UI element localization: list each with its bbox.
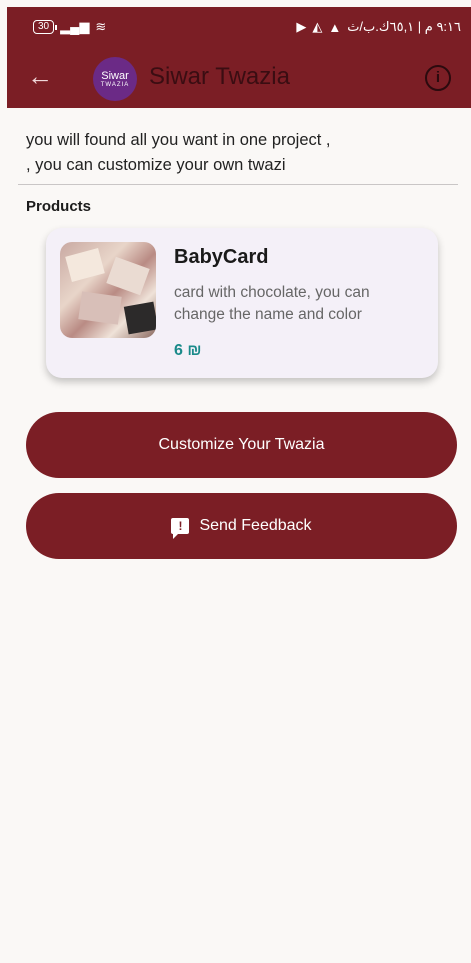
app-bar: 30 ▂▄▆ ≋ ▶ ◭ ▲ ٩:١٦ م | ٦٥,١ك.ب/ث ← Siwa… <box>7 7 471 108</box>
toolbar: ← Siwar TWAZIA Siwar Twazia i <box>7 51 471 107</box>
divider <box>18 184 458 185</box>
signal-icon: ▂▄▆ <box>60 19 90 34</box>
wifi-icon: ≋ <box>95 19 107 34</box>
products-heading: Products <box>26 198 92 215</box>
logo-subtext: TWAZIA <box>100 82 130 88</box>
feedback-icon: ! <box>171 518 190 539</box>
info-icon[interactable]: i <box>425 65 451 91</box>
youtube-icon: ▶ <box>296 19 307 34</box>
description-line-2: , you can customize your own twazi <box>26 156 286 174</box>
product-card[interactable]: BabyCard card with chocolate, you can ch… <box>46 228 438 378</box>
send-feedback-label: Send Feedback <box>199 517 312 534</box>
status-right: ▶ ◭ ▲ ٩:١٦ م | ٦٥,١ك.ب/ث <box>296 19 461 35</box>
back-arrow-icon[interactable]: ← <box>27 61 57 91</box>
app-logo: Siwar TWAZIA <box>93 57 137 101</box>
project-description: you will found all you want in one proje… <box>26 128 446 178</box>
status-left: 30 ▂▄▆ ≋ <box>33 19 106 35</box>
drive-icon: ◭ <box>312 19 323 34</box>
customize-button-label: Customize Your Twazia <box>158 436 325 453</box>
customize-button[interactable]: Customize Your Twazia <box>26 412 457 478</box>
product-price: 6 ₪ <box>174 342 202 359</box>
send-feedback-button[interactable]: ! Send Feedback <box>26 493 457 559</box>
product-image <box>60 242 156 338</box>
status-bar: 30 ▂▄▆ ≋ ▶ ◭ ▲ ٩:١٦ م | ٦٥,١ك.ب/ث <box>7 7 471 47</box>
warning-icon: ▲ <box>328 19 342 35</box>
product-description: card with chocolate, you can change the … <box>174 284 370 323</box>
description-line-1: you will found all you want in one proje… <box>26 131 331 149</box>
product-name: BabyCard <box>174 246 269 268</box>
app-title: Siwar Twazia <box>149 63 290 90</box>
battery-icon: 30 <box>33 20 58 34</box>
logo-text: Siwar <box>101 70 129 82</box>
status-time: ٩:١٦ م | ٦٥,١ك.ب/ث <box>347 19 461 34</box>
